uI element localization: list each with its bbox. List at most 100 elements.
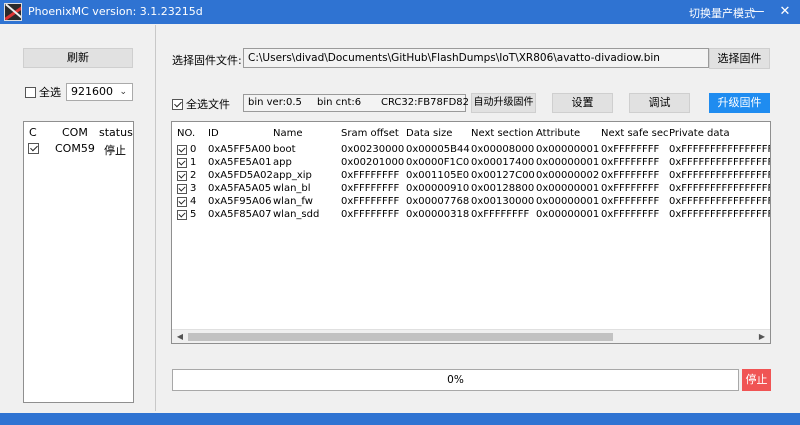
cell-private-data: 0xFFFFFFFFFFFFFFFFFFFF: [669, 170, 770, 181]
com-port-list: C COM status COM59 停止: [23, 121, 134, 403]
checkbox-icon[interactable]: [25, 86, 36, 98]
cell-data-size: 0x00000318: [406, 209, 470, 220]
column-header-name: Name: [273, 128, 303, 139]
row-checkbox[interactable]: [177, 210, 187, 220]
cell-id: 0xA5FD5A02: [208, 170, 273, 181]
row-checkbox[interactable]: [177, 184, 187, 194]
firmware-path-field[interactable]: C:\Users\divad\Documents\GitHub\FlashDum…: [243, 48, 709, 68]
cell-private-data: 0xFFFFFFFFFFFFFFFFFFFF: [669, 196, 770, 207]
column-header-id: ID: [208, 128, 219, 139]
scroll-right-icon[interactable]: ▶: [755, 331, 769, 343]
cell-attribute: 0x00000001: [536, 196, 600, 207]
table-row[interactable]: 3 0xA5FA5A05 wlan_bl 0xFFFFFFFF 0x000009…: [172, 183, 770, 196]
cell-no: 1: [190, 157, 197, 168]
partition-table: NO. ID Name Sram offset Data size Next s…: [171, 121, 771, 344]
cell-no: 3: [190, 183, 197, 194]
table-row[interactable]: 1 0xA5FE5A01 app 0x00201000 0x0000F1C0 0…: [172, 157, 770, 170]
cell-next-section: 0x00017400: [471, 157, 535, 168]
chevron-down-icon: ⌄: [119, 87, 127, 97]
cell-data-size: 0x0000F1C0: [406, 157, 470, 168]
app-title: PhoenixMC version: 3.1.23215d: [28, 5, 203, 18]
cell-name: app: [273, 157, 292, 168]
select-all-checkbox[interactable]: 全选: [25, 84, 61, 100]
table-row[interactable]: 5 0xA5F85A07 wlan_sdd 0xFFFFFFFF 0x00000…: [172, 209, 770, 222]
column-header-no: NO.: [177, 128, 196, 139]
row-checkbox[interactable]: [177, 158, 187, 168]
cell-sram-offset: 0xFFFFFFFF: [341, 170, 400, 181]
cell-name: wlan_bl: [273, 183, 311, 194]
com-port-row[interactable]: COM59 停止: [24, 142, 133, 157]
stop-button[interactable]: 停止: [742, 369, 771, 391]
column-header-status: status: [99, 126, 133, 139]
cell-sram-offset: 0xFFFFFFFF: [341, 196, 400, 207]
column-header-data-size: Data size: [406, 128, 453, 139]
refresh-button[interactable]: 刷新: [23, 48, 133, 68]
app-logo-icon: [4, 3, 22, 21]
select-all-files-checkbox[interactable]: 全选文件: [172, 96, 230, 112]
select-all-files-label: 全选文件: [186, 98, 230, 111]
scrollbar-thumb[interactable]: [188, 333, 613, 341]
row-checkbox[interactable]: [177, 145, 187, 155]
cell-name: app_xip: [273, 170, 312, 181]
column-header-com: COM: [62, 126, 88, 139]
cell-name: boot: [273, 144, 296, 155]
cell-no: 5: [190, 209, 197, 220]
cell-name: wlan_sdd: [273, 209, 320, 220]
auto-upgrade-button[interactable]: 自动升级固件: [471, 93, 536, 113]
row-checkbox[interactable]: [177, 197, 187, 207]
com-port-status: 停止: [104, 144, 126, 157]
cell-data-size: 0x001105E0: [406, 170, 470, 181]
firmware-file-label: 选择固件文件:: [172, 54, 242, 67]
column-header-next-section: Next section: [471, 128, 534, 139]
bottom-status-bar: [0, 413, 800, 425]
column-header-c: C: [29, 126, 37, 139]
cell-next-safe-sec: 0xFFFFFFFF: [601, 183, 660, 194]
cell-data-size: 0x00007768: [406, 196, 470, 207]
com-checkbox[interactable]: [28, 143, 39, 154]
cell-id: 0xA5FE5A01: [208, 157, 272, 168]
upgrade-firmware-button[interactable]: 升级固件: [709, 93, 770, 113]
cell-next-safe-sec: 0xFFFFFFFF: [601, 196, 660, 207]
cell-private-data: 0xFFFFFFFFFFFFFFFF0190: [669, 144, 770, 155]
table-row[interactable]: 2 0xA5FD5A02 app_xip 0xFFFFFFFF 0x001105…: [172, 170, 770, 183]
scroll-left-icon[interactable]: ◀: [173, 331, 187, 343]
baud-rate-value: 921600: [71, 85, 113, 98]
cell-next-section: 0x00008000: [471, 144, 535, 155]
settings-button[interactable]: 设置: [552, 93, 613, 113]
close-icon[interactable]: ✕: [775, 3, 795, 21]
baud-rate-select[interactable]: 921600 ⌄: [66, 83, 133, 101]
debug-button[interactable]: 调试: [629, 93, 690, 113]
com-port-name: COM59: [55, 142, 95, 155]
cell-next-section: 0x00130000: [471, 196, 535, 207]
crc-value: CRC32:FB78FD82: [381, 97, 470, 108]
progress-bar: 0%: [172, 369, 739, 391]
cell-private-data: 0xFFFFFFFFFFFFFFFFFFFF: [669, 157, 770, 168]
cell-id: 0xA5F95A06: [208, 196, 272, 207]
cell-attribute: 0x00000001: [536, 183, 600, 194]
row-checkbox[interactable]: [177, 171, 187, 181]
table-header: NO. ID Name Sram offset Data size Next s…: [172, 128, 770, 141]
choose-firmware-button[interactable]: 选择固件: [709, 48, 770, 69]
cell-attribute: 0x00000001: [536, 144, 600, 155]
cell-no: 0: [190, 144, 197, 155]
table-row[interactable]: 0 0xA5FF5A00 boot 0x00230000 0x00005B44 …: [172, 144, 770, 157]
cell-sram-offset: 0x00230000: [341, 144, 405, 155]
cell-next-section: 0x00127C00: [471, 170, 535, 181]
cell-next-section: 0xFFFFFFFF: [471, 209, 530, 220]
horizontal-scrollbar[interactable]: ◀ ▶: [172, 329, 770, 343]
cell-id: 0xA5FA5A05: [208, 183, 272, 194]
cell-sram-offset: 0xFFFFFFFF: [341, 183, 400, 194]
column-header-next-safe-sec: Next safe sec: [601, 128, 669, 139]
cell-next-safe-sec: 0xFFFFFFFF: [601, 144, 660, 155]
cell-next-safe-sec: 0xFFFFFFFF: [601, 170, 660, 181]
switch-production-mode-link[interactable]: 切换量产模式: [689, 5, 755, 21]
checkbox-icon[interactable]: [172, 98, 183, 110]
minimize-icon[interactable]: —: [748, 3, 768, 21]
com-list-header: C COM status: [24, 126, 133, 140]
column-header-sram-offset: Sram offset: [341, 128, 399, 139]
table-row[interactable]: 4 0xA5F95A06 wlan_fw 0xFFFFFFFF 0x000077…: [172, 196, 770, 209]
cell-next-section: 0x00128800: [471, 183, 535, 194]
cell-attribute: 0x00000001: [536, 157, 600, 168]
bin-count: bin cnt:6: [317, 97, 362, 108]
title-bar: PhoenixMC version: 3.1.23215d 切换量产模式 — ✕: [0, 0, 800, 24]
